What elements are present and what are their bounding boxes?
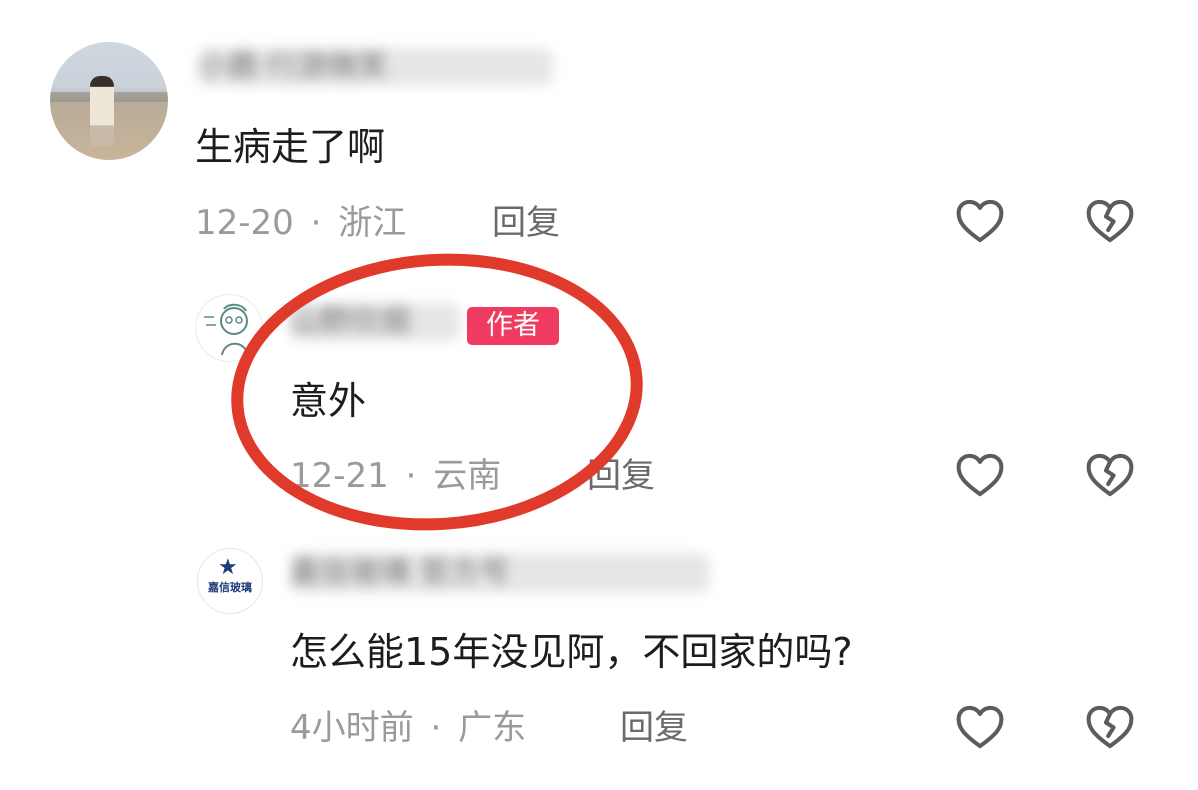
broken-heart-icon[interactable]: [1083, 700, 1137, 754]
username[interactable]: 嘉信玻璃 官方号: [290, 553, 710, 593]
comment-text: 意外: [290, 379, 367, 423]
sketch-portrait-icon: [204, 303, 249, 356]
heart-outline-icon[interactable]: [953, 448, 1007, 502]
reply-button[interactable]: 回复: [492, 203, 560, 243]
comment-date: 4小时前: [290, 708, 414, 748]
heart-outline-icon[interactable]: [953, 194, 1007, 248]
comment-date: 12-20: [195, 203, 294, 243]
avatar-person: [90, 76, 114, 146]
comment-date: 12-21: [290, 456, 389, 496]
username[interactable]: 小鹿·行游微笑: [198, 48, 553, 86]
avatar[interactable]: [195, 294, 263, 362]
star-icon: ★: [218, 555, 238, 580]
comment-text: 生病走了啊: [195, 125, 386, 169]
comment-location: 广东: [458, 708, 527, 748]
comment-meta: 12-20 · 浙江: [195, 203, 406, 243]
meta-separator: ·: [310, 203, 322, 243]
comment-meta: 12-21 · 云南: [290, 456, 501, 496]
author-badge: 作者: [467, 307, 559, 345]
broken-heart-icon[interactable]: [1083, 194, 1137, 248]
avatar[interactable]: [50, 42, 168, 160]
reply-button[interactable]: 回复: [620, 708, 688, 748]
avatar[interactable]: ★ 嘉信玻璃: [197, 548, 263, 614]
avatar-label: 嘉信玻璃: [208, 581, 252, 594]
meta-separator: ·: [430, 708, 442, 748]
comment-location: 云南: [433, 456, 502, 496]
heart-outline-icon[interactable]: [953, 700, 1007, 754]
broken-heart-icon[interactable]: [1083, 448, 1137, 502]
username[interactable]: 山野炊烟: [290, 303, 460, 341]
comment-text: 怎么能15年没见阿，不回家的吗?: [290, 630, 853, 674]
meta-separator: ·: [405, 456, 417, 496]
reply-button[interactable]: 回复: [587, 456, 655, 496]
comment-meta: 4小时前 · 广东: [290, 708, 526, 748]
comment-location: 浙江: [338, 203, 407, 243]
